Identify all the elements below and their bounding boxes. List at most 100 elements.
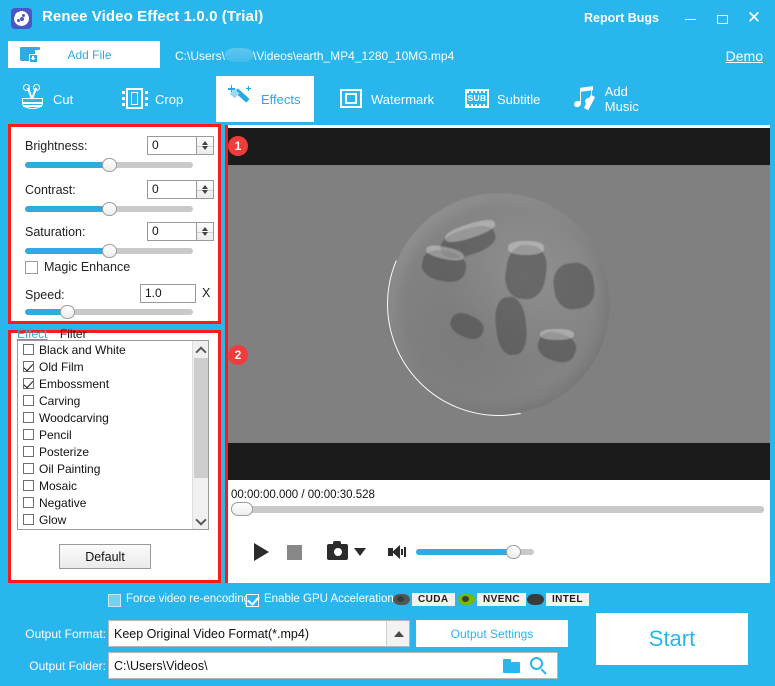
maximize-icon — [717, 15, 728, 24]
gpu-badge-intel[interactable]: INTEL — [524, 591, 589, 607]
scroll-up-icon[interactable] — [193, 341, 209, 357]
report-bugs-link[interactable]: Report Bugs — [584, 11, 659, 25]
file-path-suffix: \Videos\earth_MP4_1280_10MG.mp4 — [253, 49, 454, 63]
effect-list-scrollbar[interactable] — [192, 341, 208, 529]
saturation-input[interactable]: 0 — [147, 222, 197, 241]
volume-slider-thumb[interactable] — [506, 545, 521, 559]
tab-effect[interactable]: Effect — [17, 327, 47, 341]
effect-label: Oil Painting — [39, 462, 100, 476]
effect-list-item[interactable]: Carving — [18, 392, 208, 409]
speaker-icon[interactable] — [388, 544, 404, 560]
seek-slider[interactable] — [231, 506, 764, 513]
contrast-stepper[interactable] — [197, 180, 214, 199]
tab-crop[interactable]: Crop — [110, 76, 210, 122]
gpu-badge-cuda-label: CUDA — [412, 593, 455, 606]
effect-checkbox[interactable] — [23, 429, 34, 440]
effect-label: Haze — [39, 530, 67, 531]
tab-cut[interactable]: Cut — [8, 76, 108, 122]
tab-filter[interactable]: Filter — [60, 327, 87, 341]
tab-add-music-label: Add Music — [605, 84, 665, 114]
seek-slider-thumb[interactable] — [231, 502, 253, 516]
effect-checkbox[interactable] — [23, 463, 34, 474]
effect-list-item[interactable]: Glow — [18, 511, 208, 528]
gpu-accel-label: Enable GPU Acceleration — [264, 593, 394, 605]
output-format-dropdown-arrow[interactable] — [386, 621, 409, 646]
contrast-input[interactable]: 0 — [147, 180, 197, 199]
effect-checkbox[interactable] — [23, 378, 34, 389]
effect-list-item[interactable]: Old Film — [18, 358, 208, 375]
scrollbar-thumb[interactable] — [194, 358, 208, 478]
brightness-slider[interactable] — [25, 162, 193, 168]
magnifier-icon[interactable] — [530, 657, 548, 675]
effect-list-item[interactable]: Pencil — [18, 426, 208, 443]
brightness-stepper[interactable] — [197, 136, 214, 155]
effect-checkbox[interactable] — [23, 497, 34, 508]
music-note-icon — [570, 85, 600, 113]
stop-icon[interactable] — [287, 545, 302, 560]
folder-icon[interactable] — [503, 659, 521, 673]
effect-label: Mosaic — [39, 479, 77, 493]
effect-checkbox[interactable] — [23, 395, 34, 406]
output-folder-input[interactable]: C:\Users\Videos\ — [108, 652, 558, 679]
output-settings-button[interactable]: Output Settings — [416, 620, 568, 647]
output-format-value: Keep Original Video Format(*.mp4) — [114, 627, 309, 641]
demo-link[interactable]: Demo — [726, 48, 763, 64]
gpu-badge-nvenc[interactable]: NVENC — [455, 591, 526, 607]
effect-checkbox[interactable] — [23, 514, 34, 525]
effect-checkbox[interactable] — [23, 446, 34, 457]
maximize-button[interactable] — [709, 6, 735, 30]
time-display: 00:00:00.000 / 00:00:30.528 — [231, 489, 375, 501]
effect-list-item[interactable]: Oil Painting — [18, 460, 208, 477]
speed-slider-thumb[interactable] — [60, 305, 75, 319]
effect-list[interactable]: Black and WhiteOld FilmEmbossmentCarving… — [17, 340, 209, 530]
effect-label: Negative — [39, 496, 86, 510]
tab-add-music[interactable]: Add Music — [560, 76, 675, 122]
output-folder-label: Output Folder: — [10, 659, 106, 673]
saturation-stepper[interactable] — [197, 222, 214, 241]
video-frame-background — [228, 165, 770, 443]
caret-down-icon[interactable] — [354, 548, 366, 556]
contrast-slider[interactable] — [25, 206, 193, 212]
effect-checkbox[interactable] — [23, 412, 34, 423]
file-path: C:\Users\\Videos\earth_MP4_1280_10MG.mp4 — [175, 48, 454, 63]
saturation-slider[interactable] — [25, 248, 193, 254]
saturation-slider-thumb[interactable] — [102, 244, 117, 258]
force-reencode-checkbox[interactable] — [108, 594, 121, 607]
add-file-button[interactable]: Add File — [8, 41, 160, 68]
camera-icon[interactable] — [327, 544, 348, 560]
effect-list-item[interactable]: Black and White — [18, 341, 208, 358]
effect-list-item[interactable]: Embossment — [18, 375, 208, 392]
default-button[interactable]: Default — [59, 544, 151, 569]
contrast-slider-thumb[interactable] — [102, 202, 117, 216]
gpu-accel-checkbox[interactable] — [246, 594, 259, 607]
tab-subtitle[interactable]: SUB Subtitle — [452, 76, 557, 122]
video-preview[interactable] — [228, 128, 770, 480]
gpu-badge-cuda[interactable]: CUDA — [390, 591, 455, 607]
effect-list-item[interactable]: Posterize — [18, 443, 208, 460]
speed-slider[interactable] — [25, 309, 193, 315]
volume-slider[interactable] — [416, 549, 534, 555]
output-format-select[interactable]: Keep Original Video Format(*.mp4) — [108, 620, 410, 647]
effect-checkbox[interactable] — [23, 361, 34, 372]
effect-list-item[interactable]: Haze — [18, 528, 208, 530]
effect-checkbox[interactable] — [23, 480, 34, 491]
film-reel-icon — [11, 8, 32, 29]
close-button[interactable]: ✕ — [741, 6, 767, 30]
speed-input[interactable]: 1.0 — [140, 284, 196, 303]
effect-list-item[interactable]: Negative — [18, 494, 208, 511]
play-icon[interactable] — [254, 543, 269, 561]
magic-enhance-checkbox[interactable] — [25, 261, 38, 274]
start-button[interactable]: Start — [596, 613, 748, 665]
bottom-bar: Force video re-encoding Enable GPU Accel… — [0, 586, 775, 686]
tab-crop-label: Crop — [155, 92, 183, 107]
minimize-button[interactable] — [677, 6, 703, 30]
tab-watermark[interactable]: Watermark — [326, 76, 446, 122]
effect-list-item[interactable]: Woodcarving — [18, 409, 208, 426]
brightness-slider-thumb[interactable] — [102, 158, 117, 172]
adjustments-panel: Brightness: 0 Contrast: 0 Saturation: 0 … — [8, 124, 221, 324]
scroll-down-icon[interactable] — [193, 513, 209, 529]
tab-effects[interactable]: Effects — [216, 76, 314, 122]
effect-list-item[interactable]: Mosaic — [18, 477, 208, 494]
brightness-input[interactable]: 0 — [147, 136, 197, 155]
effect-checkbox[interactable] — [23, 344, 34, 355]
